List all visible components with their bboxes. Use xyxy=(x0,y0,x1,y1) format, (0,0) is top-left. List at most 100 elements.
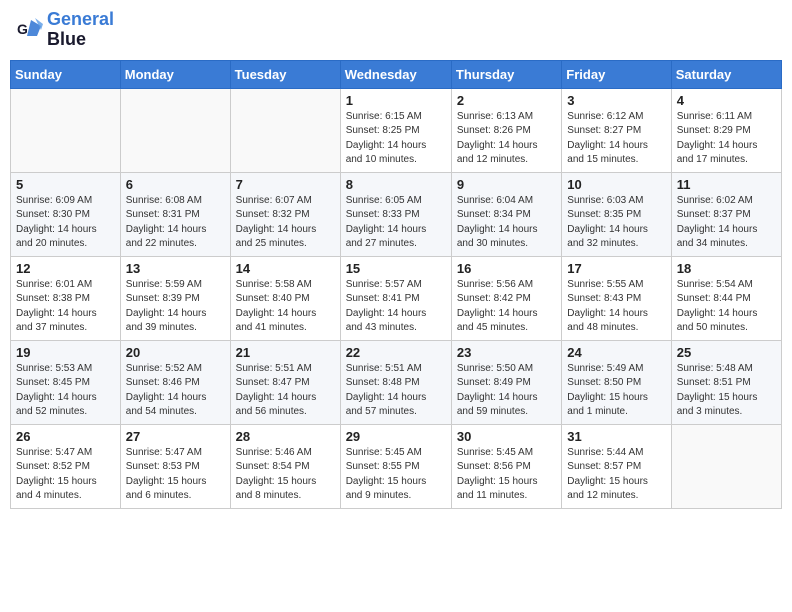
day-info: Sunrise: 6:07 AM Sunset: 8:32 PM Dayligh… xyxy=(236,194,335,252)
calendar-cell: 31 Sunrise: 5:44 AM Sunset: 8:57 PM Dayli… xyxy=(562,424,671,508)
calendar-cell: 3 Sunrise: 6:12 AM Sunset: 8:27 PM Daylig… xyxy=(562,88,671,172)
day-info: Sunrise: 5:58 AM Sunset: 8:40 PM Dayligh… xyxy=(236,278,335,336)
calendar-cell: 22 Sunrise: 5:51 AM Sunset: 8:48 PM Dayli… xyxy=(340,340,451,424)
day-info: Sunrise: 5:52 AM Sunset: 8:46 PM Dayligh… xyxy=(126,362,225,420)
calendar-cell xyxy=(230,88,340,172)
calendar-cell: 12 Sunrise: 6:01 AM Sunset: 8:38 PM Dayli… xyxy=(11,256,121,340)
calendar-cell: 26 Sunrise: 5:47 AM Sunset: 8:52 PM Dayli… xyxy=(11,424,121,508)
weekday-header-cell: Wednesday xyxy=(340,60,451,88)
calendar-cell: 21 Sunrise: 5:51 AM Sunset: 8:47 PM Dayli… xyxy=(230,340,340,424)
day-info: Sunrise: 5:47 AM Sunset: 8:53 PM Dayligh… xyxy=(126,446,225,504)
calendar-cell: 8Sunrise: 6:05 AM Sunset: 8:33 PM Daylig… xyxy=(340,172,451,256)
calendar-cell: 13 Sunrise: 5:59 AM Sunset: 8:39 PM Dayli… xyxy=(120,256,230,340)
day-number: 10 xyxy=(567,177,665,192)
day-info: Sunrise: 5:59 AM Sunset: 8:39 PM Dayligh… xyxy=(126,278,225,336)
calendar-cell: 23Sunrise: 5:50 AM Sunset: 8:49 PM Dayli… xyxy=(451,340,561,424)
day-number: 9 xyxy=(457,177,556,192)
day-info: Sunrise: 5:51 AM Sunset: 8:48 PM Dayligh… xyxy=(346,362,446,420)
day-number: 27 xyxy=(126,429,225,444)
day-info: Sunrise: 5:44 AM Sunset: 8:57 PM Dayligh… xyxy=(567,446,665,504)
svg-text:G: G xyxy=(17,21,28,37)
calendar-cell: 2Sunrise: 6:13 AM Sunset: 8:26 PM Daylig… xyxy=(451,88,561,172)
day-info: Sunrise: 5:55 AM Sunset: 8:43 PM Dayligh… xyxy=(567,278,665,336)
day-number: 26 xyxy=(16,429,115,444)
day-info: Sunrise: 5:45 AM Sunset: 8:56 PM Dayligh… xyxy=(457,446,556,504)
day-info: Sunrise: 6:02 AM Sunset: 8:37 PM Dayligh… xyxy=(677,194,776,252)
day-number: 17 xyxy=(567,261,665,276)
weekday-header-cell: Tuesday xyxy=(230,60,340,88)
day-info: Sunrise: 5:57 AM Sunset: 8:41 PM Dayligh… xyxy=(346,278,446,336)
day-number: 23 xyxy=(457,345,556,360)
calendar-week-row: 19 Sunrise: 5:53 AM Sunset: 8:45 PM Dayli… xyxy=(11,340,782,424)
day-number: 18 xyxy=(677,261,776,276)
calendar-week-row: 26 Sunrise: 5:47 AM Sunset: 8:52 PM Dayli… xyxy=(11,424,782,508)
day-number: 28 xyxy=(236,429,335,444)
day-number: 21 xyxy=(236,345,335,360)
calendar-table: SundayMondayTuesdayWednesdayThursdayFrid… xyxy=(10,60,782,509)
calendar-week-row: 12 Sunrise: 6:01 AM Sunset: 8:38 PM Dayli… xyxy=(11,256,782,340)
logo: G GeneralBlue xyxy=(15,10,114,50)
day-info: Sunrise: 5:47 AM Sunset: 8:52 PM Dayligh… xyxy=(16,446,115,504)
calendar-cell: 7 Sunrise: 6:07 AM Sunset: 8:32 PM Daylig… xyxy=(230,172,340,256)
day-info: Sunrise: 5:48 AM Sunset: 8:51 PM Dayligh… xyxy=(677,362,776,420)
day-number: 20 xyxy=(126,345,225,360)
day-info: Sunrise: 5:51 AM Sunset: 8:47 PM Dayligh… xyxy=(236,362,335,420)
day-number: 29 xyxy=(346,429,446,444)
day-info: Sunrise: 6:03 AM Sunset: 8:35 PM Dayligh… xyxy=(567,194,665,252)
calendar-cell: 27 Sunrise: 5:47 AM Sunset: 8:53 PM Dayli… xyxy=(120,424,230,508)
calendar-week-row: 1Sunrise: 6:15 AM Sunset: 8:25 PM Daylig… xyxy=(11,88,782,172)
calendar-cell: 5Sunrise: 6:09 AM Sunset: 8:30 PM Daylig… xyxy=(11,172,121,256)
day-info: Sunrise: 6:12 AM Sunset: 8:27 PM Dayligh… xyxy=(567,110,665,168)
day-number: 11 xyxy=(677,177,776,192)
day-number: 19 xyxy=(16,345,115,360)
day-number: 14 xyxy=(236,261,335,276)
day-info: Sunrise: 5:53 AM Sunset: 8:45 PM Dayligh… xyxy=(16,362,115,420)
day-number: 30 xyxy=(457,429,556,444)
calendar-cell xyxy=(11,88,121,172)
calendar-cell: 16Sunrise: 5:56 AM Sunset: 8:42 PM Dayli… xyxy=(451,256,561,340)
calendar-cell: 24Sunrise: 5:49 AM Sunset: 8:50 PM Dayli… xyxy=(562,340,671,424)
calendar-cell: 10 Sunrise: 6:03 AM Sunset: 8:35 PM Dayli… xyxy=(562,172,671,256)
calendar-cell: 15 Sunrise: 5:57 AM Sunset: 8:41 PM Dayli… xyxy=(340,256,451,340)
weekday-header-cell: Sunday xyxy=(11,60,121,88)
day-info: Sunrise: 5:49 AM Sunset: 8:50 PM Dayligh… xyxy=(567,362,665,420)
day-info: Sunrise: 5:54 AM Sunset: 8:44 PM Dayligh… xyxy=(677,278,776,336)
calendar-cell xyxy=(120,88,230,172)
calendar-cell: 1Sunrise: 6:15 AM Sunset: 8:25 PM Daylig… xyxy=(340,88,451,172)
calendar-cell: 19 Sunrise: 5:53 AM Sunset: 8:45 PM Dayli… xyxy=(11,340,121,424)
day-number: 13 xyxy=(126,261,225,276)
weekday-header-cell: Saturday xyxy=(671,60,781,88)
calendar-body: 1Sunrise: 6:15 AM Sunset: 8:25 PM Daylig… xyxy=(11,88,782,508)
calendar-cell: 20 Sunrise: 5:52 AM Sunset: 8:46 PM Dayli… xyxy=(120,340,230,424)
day-number: 4 xyxy=(677,93,776,108)
calendar-cell: 28Sunrise: 5:46 AM Sunset: 8:54 PM Dayli… xyxy=(230,424,340,508)
day-number: 15 xyxy=(346,261,446,276)
calendar-cell: 4 Sunrise: 6:11 AM Sunset: 8:29 PM Daylig… xyxy=(671,88,781,172)
day-number: 22 xyxy=(346,345,446,360)
calendar-cell: 25 Sunrise: 5:48 AM Sunset: 8:51 PM Dayli… xyxy=(671,340,781,424)
day-number: 25 xyxy=(677,345,776,360)
calendar-cell: 17 Sunrise: 5:55 AM Sunset: 8:43 PM Dayli… xyxy=(562,256,671,340)
day-number: 31 xyxy=(567,429,665,444)
weekday-header-cell: Friday xyxy=(562,60,671,88)
day-number: 7 xyxy=(236,177,335,192)
day-info: Sunrise: 6:15 AM Sunset: 8:25 PM Dayligh… xyxy=(346,110,446,168)
logo-text: GeneralBlue xyxy=(47,10,114,50)
logo-icon: G xyxy=(15,16,43,44)
calendar-cell: 6Sunrise: 6:08 AM Sunset: 8:31 PM Daylig… xyxy=(120,172,230,256)
day-info: Sunrise: 6:04 AM Sunset: 8:34 PM Dayligh… xyxy=(457,194,556,252)
weekday-header-cell: Thursday xyxy=(451,60,561,88)
calendar-cell: 14 Sunrise: 5:58 AM Sunset: 8:40 PM Dayli… xyxy=(230,256,340,340)
calendar-cell: 29 Sunrise: 5:45 AM Sunset: 8:55 PM Dayli… xyxy=(340,424,451,508)
calendar-cell xyxy=(671,424,781,508)
calendar-cell: 11 Sunrise: 6:02 AM Sunset: 8:37 PM Dayli… xyxy=(671,172,781,256)
day-number: 12 xyxy=(16,261,115,276)
day-info: Sunrise: 5:45 AM Sunset: 8:55 PM Dayligh… xyxy=(346,446,446,504)
day-number: 3 xyxy=(567,93,665,108)
calendar-cell: 9 Sunrise: 6:04 AM Sunset: 8:34 PM Daylig… xyxy=(451,172,561,256)
day-info: Sunrise: 6:01 AM Sunset: 8:38 PM Dayligh… xyxy=(16,278,115,336)
day-info: Sunrise: 6:13 AM Sunset: 8:26 PM Dayligh… xyxy=(457,110,556,168)
calendar-cell: 30 Sunrise: 5:45 AM Sunset: 8:56 PM Dayli… xyxy=(451,424,561,508)
day-info: Sunrise: 6:05 AM Sunset: 8:33 PM Dayligh… xyxy=(346,194,446,252)
day-info: Sunrise: 6:11 AM Sunset: 8:29 PM Dayligh… xyxy=(677,110,776,168)
